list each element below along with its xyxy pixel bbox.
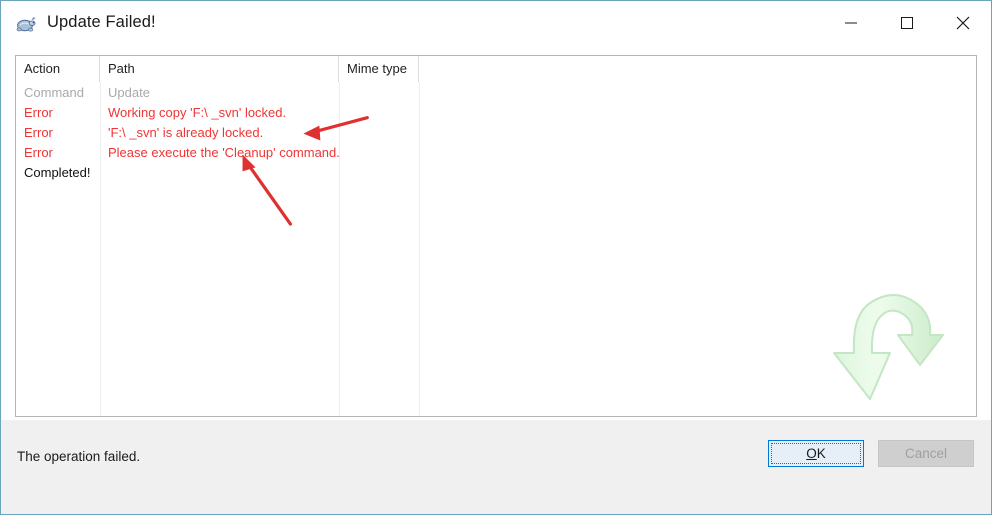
title-bar: Update Failed! — [1, 1, 991, 44]
status-message: The operation failed. — [17, 449, 141, 464]
list-rows: Command Update Error Working copy 'F:\ _… — [16, 82, 976, 182]
dialog-footer: The operation failed. OK Cancel — [1, 420, 991, 514]
table-row[interactable]: Error Working copy 'F:\ _svn' locked. — [16, 102, 976, 122]
table-row[interactable]: Completed! — [16, 162, 976, 182]
row-path: Please execute the 'Cleanup' command. — [108, 144, 340, 160]
cancel-button: Cancel — [878, 440, 974, 467]
window-controls — [823, 1, 991, 44]
ok-label-suffix: K — [816, 446, 826, 461]
list-header: Action Path Mime type — [16, 56, 976, 82]
row-action: Error — [24, 104, 53, 120]
close-button[interactable] — [935, 1, 991, 44]
column-header-mime[interactable]: Mime type — [339, 56, 419, 82]
column-header-path[interactable]: Path — [100, 56, 339, 82]
progress-list[interactable]: Action Path Mime type Command Update Err… — [15, 55, 977, 417]
row-action: Error — [24, 124, 53, 140]
row-action: Completed! — [24, 164, 91, 180]
window-title: Update Failed! — [47, 13, 156, 31]
row-action: Error — [24, 144, 53, 160]
row-action: Command — [24, 84, 84, 100]
tortoise-svn-icon — [15, 12, 37, 34]
row-path: Update — [108, 84, 150, 100]
column-header-filler — [419, 56, 976, 82]
maximize-button[interactable] — [879, 1, 935, 44]
dialog-body: Action Path Mime type Command Update Err… — [1, 44, 991, 420]
table-row[interactable]: Command Update — [16, 82, 976, 102]
row-path: Working copy 'F:\ _svn' locked. — [108, 104, 287, 120]
green-update-arrow-icon — [808, 279, 958, 414]
ok-button[interactable]: OK — [768, 440, 864, 467]
column-header-action[interactable]: Action — [16, 56, 100, 82]
ok-accel-letter: O — [806, 446, 817, 461]
row-path: 'F:\ _svn' is already locked. — [108, 124, 264, 140]
table-row[interactable]: Error 'F:\ _svn' is already locked. — [16, 122, 976, 142]
table-row[interactable]: Error Please execute the 'Cleanup' comma… — [16, 142, 976, 162]
update-failed-dialog: Update Failed! Action Path Mime type Com… — [0, 0, 992, 515]
minimize-button[interactable] — [823, 1, 879, 44]
dialog-buttons: OK Cancel — [768, 440, 974, 467]
